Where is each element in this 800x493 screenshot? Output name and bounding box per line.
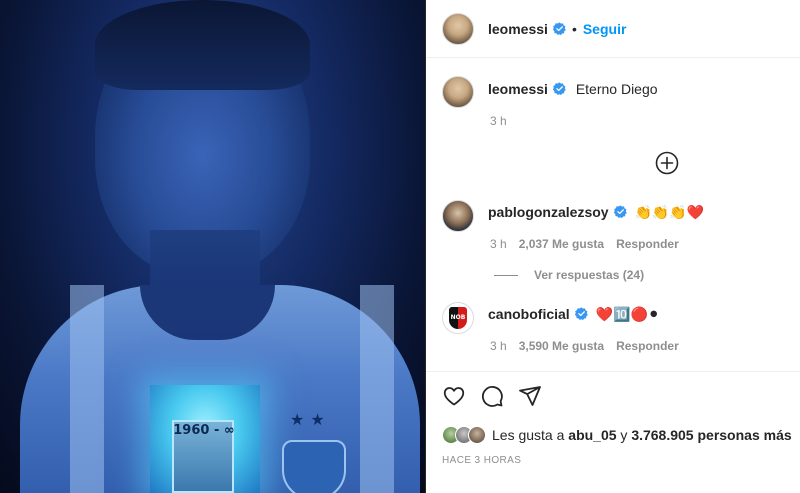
liker-avatar [468, 426, 486, 444]
comment-item: pablogonzalezsoy 👏👏👏❤️ [442, 200, 704, 232]
likes-prefix: Les gusta a [492, 427, 565, 443]
reply-button[interactable]: Responder [616, 339, 679, 353]
reply-button[interactable]: Responder [616, 237, 679, 251]
jersey-stripe [70, 285, 104, 493]
commenter-avatar[interactable] [442, 200, 474, 232]
author-username[interactable]: leomessi [488, 21, 548, 37]
verified-badge-icon [552, 22, 566, 35]
liker-username[interactable]: abu_05 [568, 427, 616, 443]
jersey-text: 1960 - ∞ [173, 423, 235, 438]
afa-crest [282, 440, 346, 493]
verified-badge-icon [613, 205, 627, 218]
comment-time[interactable]: 3 h [490, 339, 507, 353]
add-comment-icon[interactable] [655, 151, 679, 175]
post-header: leomessi • Seguir [426, 0, 800, 58]
post-timestamp[interactable]: HACE 3 HORAS [442, 455, 521, 466]
jersey-stripe [360, 285, 394, 493]
post-side-panel: leomessi • Seguir leomessi Eterno Diego … [426, 0, 800, 493]
view-replies-label: Ver respuestas (24) [534, 268, 645, 282]
comment-text: 👏👏👏❤️ [634, 204, 705, 220]
post-caption: leomessi Eterno Diego [442, 76, 658, 108]
post-viewer: 1960 - ∞ ★★ leomessi • Seguir leomessi E… [0, 0, 800, 493]
commenter-avatar[interactable]: NOB [442, 302, 474, 334]
photo-hair [95, 0, 310, 90]
heart-icon[interactable] [442, 384, 466, 408]
post-actions [442, 384, 542, 408]
likes-summary[interactable]: Les gusta a abu_05 y 3.768.905 personas … [442, 426, 792, 444]
actions-separator [426, 371, 800, 372]
comment-meta: 3 h 3,590 Me gusta Responder [490, 339, 679, 353]
view-replies-button[interactable]: Ver respuestas (24) [494, 268, 644, 282]
caption-username[interactable]: leomessi [488, 81, 548, 97]
likes-connector: y [620, 427, 628, 443]
share-icon[interactable] [518, 384, 542, 408]
club-crest-icon: NOB [449, 307, 467, 329]
caption-text: Eterno Diego [575, 81, 658, 97]
comment-item: NOB canoboficial ❤️🔟🔴⚫ [442, 302, 660, 334]
caption-avatar[interactable] [442, 76, 474, 108]
comment-meta: 3 h 2,037 Me gusta Responder [490, 237, 679, 251]
author-avatar[interactable] [442, 12, 474, 45]
verified-badge-icon [574, 307, 588, 320]
comment-time[interactable]: 3 h [490, 237, 507, 251]
commenter-username[interactable]: canoboficial [488, 306, 570, 322]
jersey-stars: ★★ [290, 412, 331, 429]
comment-likes[interactable]: 3,590 Me gusta [519, 339, 604, 353]
replies-line [494, 274, 518, 276]
verified-badge-icon [552, 82, 566, 95]
post-photo[interactable]: 1960 - ∞ ★★ [0, 0, 425, 493]
follow-button[interactable]: Seguir [583, 21, 627, 37]
commenter-username[interactable]: pablogonzalezsoy [488, 204, 609, 220]
header-separator: • [571, 20, 577, 37]
comment-likes[interactable]: 2,037 Me gusta [519, 237, 604, 251]
caption-time[interactable]: 3 h [490, 114, 507, 128]
likes-count[interactable]: 3.768.905 personas más [631, 427, 791, 443]
comment-icon[interactable] [480, 384, 504, 408]
comment-text: ❤️🔟🔴⚫ [595, 306, 660, 322]
